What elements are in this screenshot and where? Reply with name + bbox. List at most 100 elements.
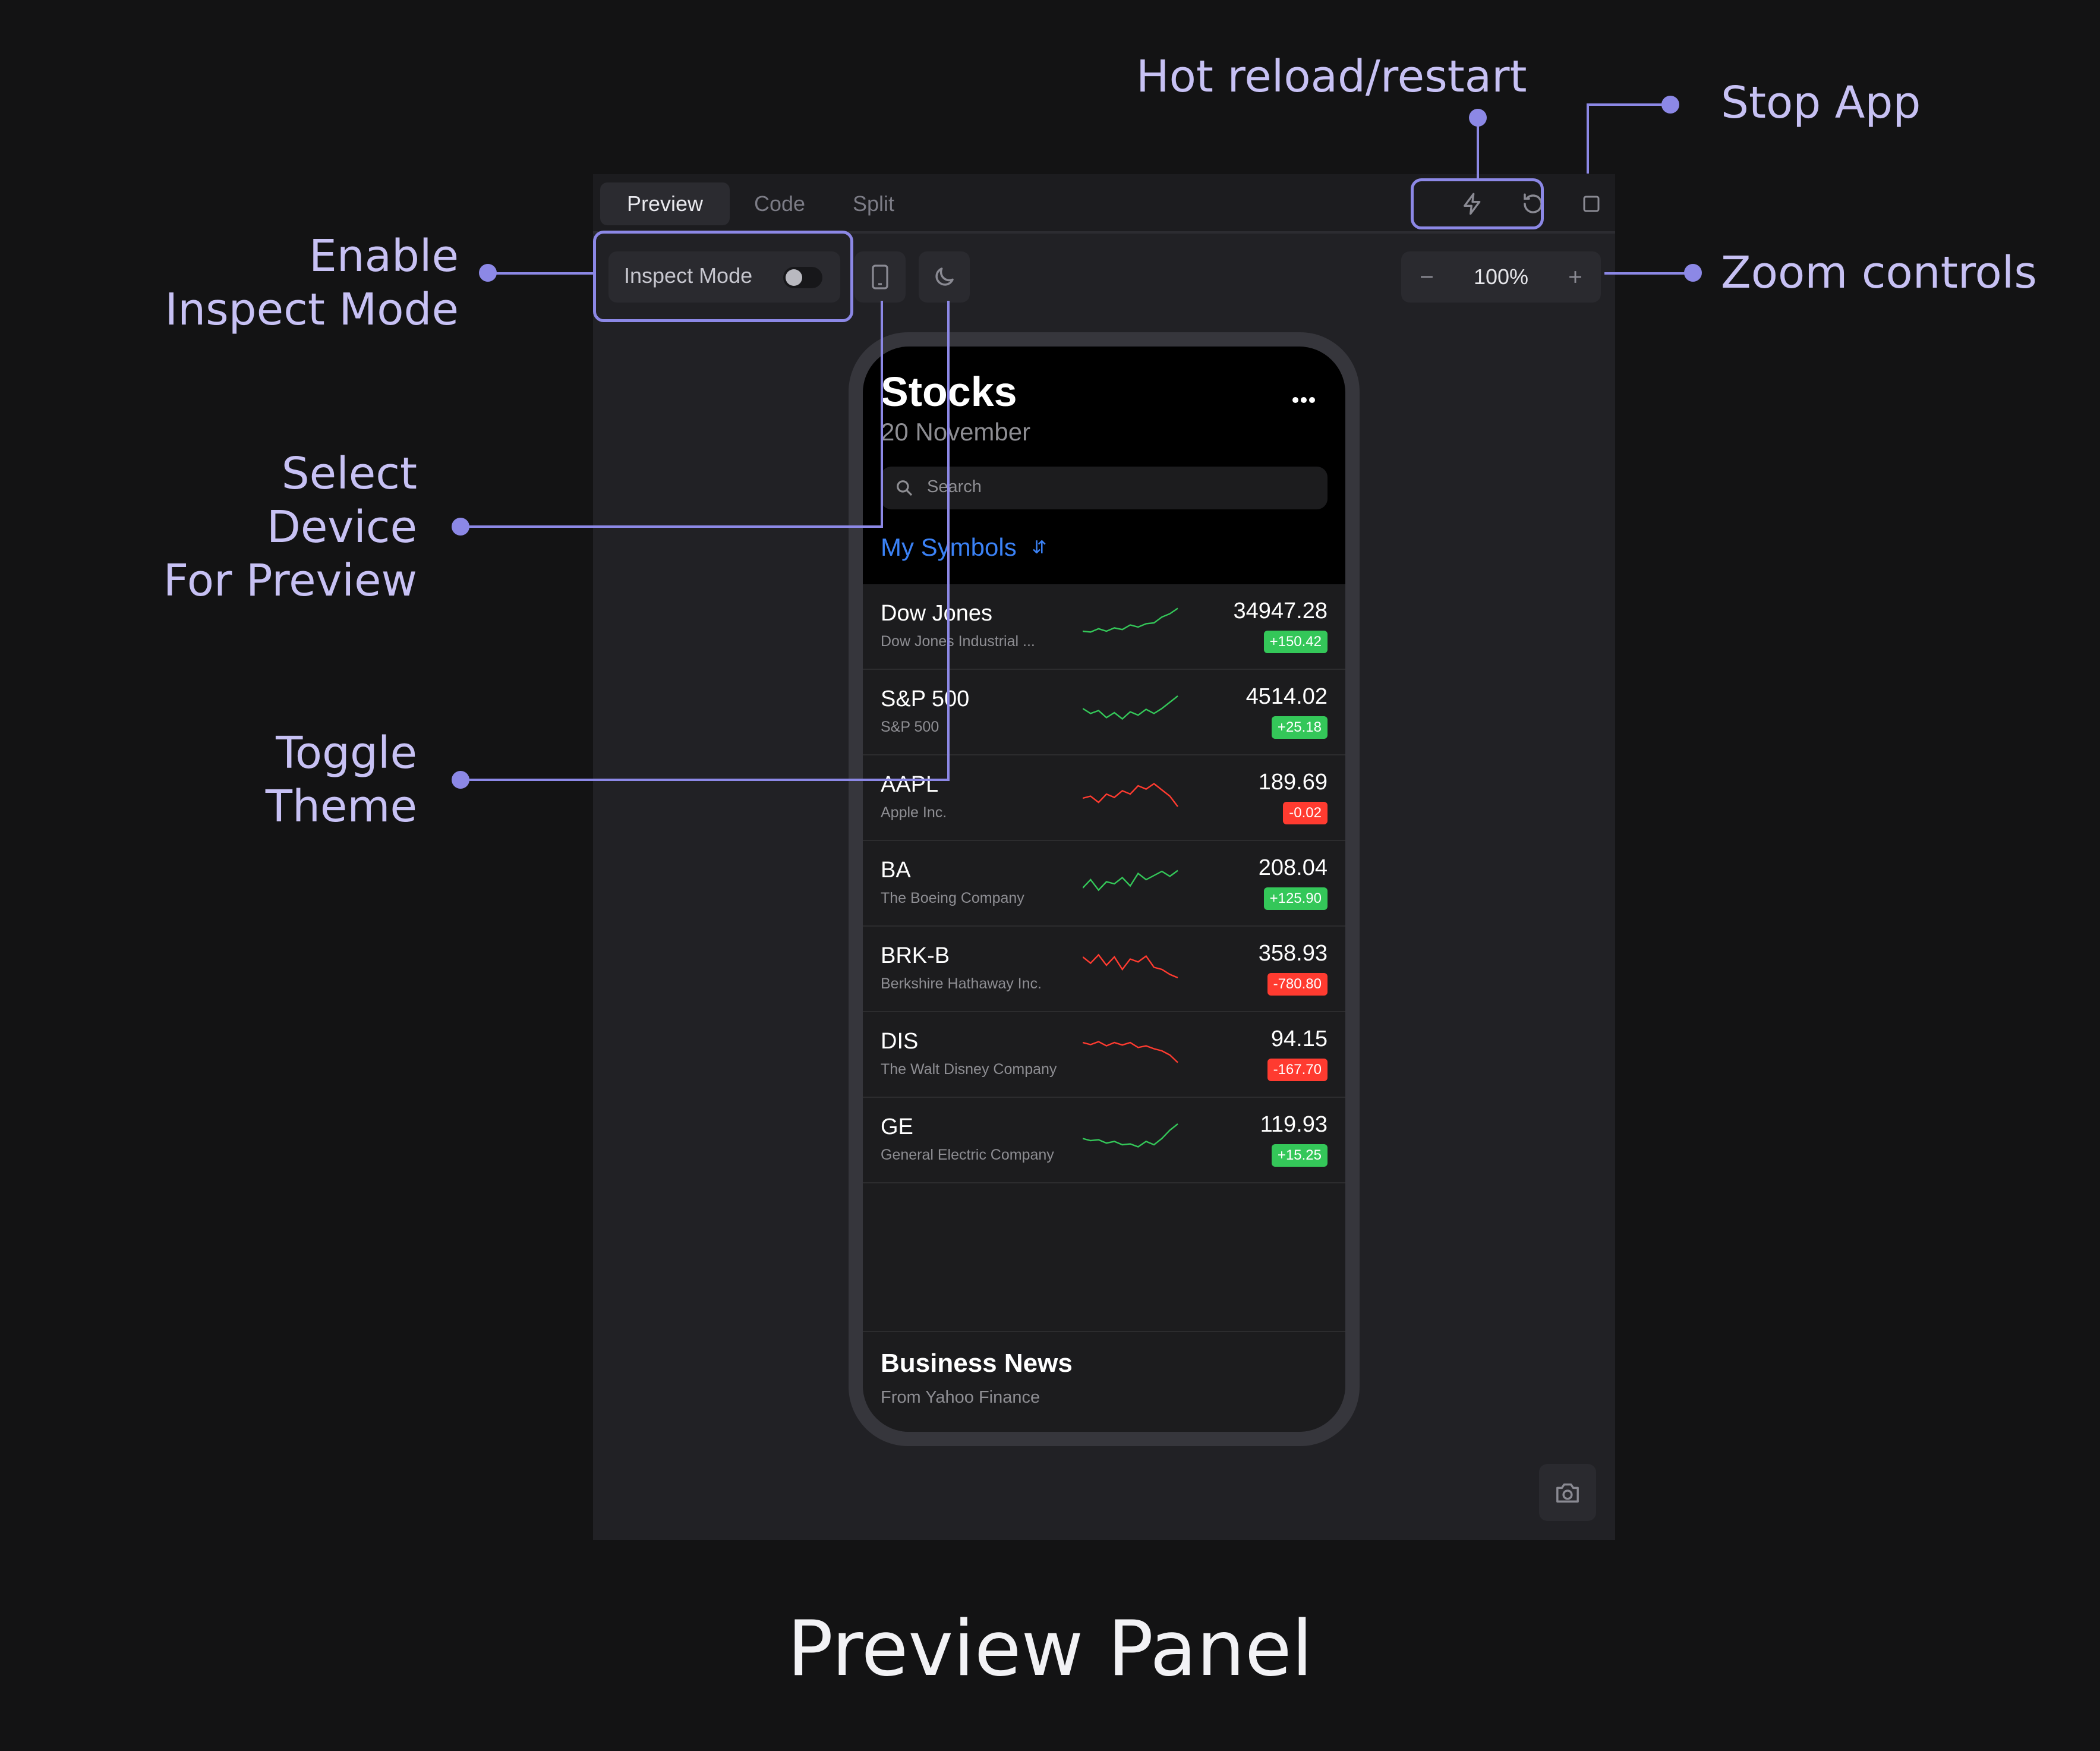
stock-name: S&P 500 xyxy=(881,719,939,735)
annotation-device-line1: Select xyxy=(281,448,417,499)
moon-icon xyxy=(935,267,954,286)
callout-device-dot xyxy=(452,518,469,536)
stock-change-badge[interactable]: -780.80 xyxy=(1267,973,1328,996)
annotation-inspect-line1: Enable xyxy=(308,231,459,282)
stock-row[interactable]: DIS The Walt Disney Company 94.15 -167.70 xyxy=(863,1012,1345,1098)
annotation-hot-reload: Hot reload/restart xyxy=(1136,51,1527,102)
phone-icon xyxy=(872,264,888,289)
preview-panel: Preview Code Split Inspect Mode 100% Sto… xyxy=(593,174,1615,1540)
callout-stop-line-v xyxy=(1587,103,1589,174)
zoom-in-button[interactable] xyxy=(1550,251,1601,303)
callout-stop-line-h xyxy=(1587,103,1671,106)
stock-row[interactable]: AAPL Apple Inc. 189.69 -0.02 xyxy=(863,755,1345,841)
stop-app-button[interactable] xyxy=(1571,185,1612,223)
chevron-updown-icon: ⇵ xyxy=(1032,538,1047,558)
search-icon xyxy=(897,480,913,496)
annotation-theme-line1: Toggle xyxy=(276,728,417,779)
callout-hot-reload-line xyxy=(1477,118,1479,179)
select-device-button[interactable] xyxy=(854,251,906,303)
stock-change-badge[interactable]: +25.18 xyxy=(1271,716,1328,739)
stock-price: 208.04 xyxy=(1258,855,1328,880)
search-placeholder: Search xyxy=(927,477,982,496)
app-date: 20 November xyxy=(881,418,1031,446)
callout-inspect-dot xyxy=(479,264,497,282)
sparkline-chart xyxy=(1083,1123,1178,1148)
more-button[interactable] xyxy=(1291,395,1317,407)
stock-price: 4514.02 xyxy=(1246,684,1328,709)
stock-price: 119.93 xyxy=(1260,1112,1328,1137)
callout-zoom-dot xyxy=(1684,264,1702,282)
sparkline-chart xyxy=(1083,953,1178,979)
annotation-stop-app: Stop App xyxy=(1721,77,1921,128)
annotation-device-line2: Device xyxy=(266,502,417,553)
stock-symbol: GE xyxy=(881,1114,913,1139)
callout-theme-dot xyxy=(452,771,469,789)
annotation-inspect-line2: Inspect Mode xyxy=(165,284,459,335)
callout-theme-line-v xyxy=(947,301,950,781)
annotation-inspect-mode: Enable Inspect Mode xyxy=(154,229,459,336)
callout-hot-reload-outline xyxy=(1411,178,1544,229)
sparkline-chart xyxy=(1083,783,1178,807)
annotation-toggle-theme: Toggle Theme xyxy=(196,726,417,833)
stock-name: General Electric Company xyxy=(881,1147,1054,1163)
stock-row[interactable]: BA The Boeing Company 208.04 +125.90 xyxy=(863,841,1345,927)
stock-symbol: Dow Jones xyxy=(881,601,992,626)
tab-code[interactable]: Code xyxy=(736,182,824,225)
annotation-theme-line2: Theme xyxy=(265,781,417,832)
zoom-value: 100% xyxy=(1473,264,1529,289)
news-title: Business News xyxy=(881,1349,1073,1378)
callout-stop-dot xyxy=(1661,96,1679,114)
tab-preview[interactable]: Preview xyxy=(600,182,730,225)
minus-icon xyxy=(1421,276,1433,278)
zoom-controls: 100% xyxy=(1401,251,1601,303)
camera-icon xyxy=(1556,1483,1579,1503)
stock-change-badge[interactable]: -0.02 xyxy=(1283,802,1328,824)
plus-icon xyxy=(1569,271,1581,283)
callout-hot-reload-dot xyxy=(1469,109,1487,127)
stock-name: Berkshire Hathaway Inc. xyxy=(881,975,1042,992)
stock-symbol: DIS xyxy=(881,1029,919,1054)
stock-name: Apple Inc. xyxy=(881,804,947,821)
callout-inspect-line xyxy=(496,272,594,275)
stock-price: 358.93 xyxy=(1258,941,1328,966)
stock-row[interactable]: GE General Electric Company 119.93 +15.25 xyxy=(863,1098,1345,1183)
stock-symbol: BRK-B xyxy=(881,943,950,968)
stock-change-badge[interactable]: +150.42 xyxy=(1263,631,1328,653)
business-news-card[interactable]: Business News From Yahoo Finance xyxy=(863,1331,1345,1432)
annotation-device-line3: For Preview xyxy=(163,555,417,606)
sparkline-chart xyxy=(1083,870,1178,892)
sparkline-chart xyxy=(1083,607,1178,633)
sparkline-chart xyxy=(1083,695,1178,720)
callout-zoom-line xyxy=(1604,272,1694,275)
stock-change-badge[interactable]: +125.90 xyxy=(1263,887,1328,910)
stock-change-badge[interactable]: -167.70 xyxy=(1267,1059,1328,1081)
stock-change-badge[interactable]: +15.25 xyxy=(1271,1144,1328,1167)
callout-theme-line-h xyxy=(469,779,950,781)
sparkline-chart xyxy=(1083,1041,1178,1063)
news-subtitle: From Yahoo Finance xyxy=(881,1388,1040,1407)
stock-price: 94.15 xyxy=(1270,1026,1328,1051)
callout-device-line-v xyxy=(881,301,883,528)
stock-row[interactable]: Dow Jones Dow Jones Industrial ... 34947.2… xyxy=(863,584,1345,670)
stock-row[interactable]: BRK-B Berkshire Hathaway Inc. 358.93 -780.8… xyxy=(863,927,1345,1012)
stock-symbol: S&P 500 xyxy=(881,686,970,711)
stock-row[interactable]: S&P 500 S&P 500 4514.02 +25.18 xyxy=(863,670,1345,755)
my-symbols-selector[interactable]: My Symbols ⇵ xyxy=(881,533,1047,562)
annotation-zoom-controls: Zoom controls xyxy=(1721,247,2037,298)
zoom-out-button[interactable] xyxy=(1401,251,1452,303)
screenshot-button[interactable] xyxy=(1539,1464,1596,1521)
caption: Preview Panel xyxy=(787,1605,1313,1693)
stop-icon xyxy=(1583,196,1600,212)
stock-symbol: AAPL xyxy=(881,772,939,797)
ellipsis-icon xyxy=(1292,397,1315,403)
stock-name: Dow Jones Industrial ... xyxy=(881,633,1035,650)
stock-name: The Walt Disney Company xyxy=(881,1061,1057,1078)
annotation-select-device: Select Device For Preview xyxy=(137,447,417,607)
callout-device-line-h xyxy=(469,525,883,528)
stock-symbol: BA xyxy=(881,858,911,883)
stock-price: 34947.28 xyxy=(1233,599,1328,623)
app-header: Stocks 20 November Search My Symbols ⇵ xyxy=(863,347,1345,584)
tab-split[interactable]: Split xyxy=(830,182,917,225)
toggle-theme-button[interactable] xyxy=(919,251,970,303)
stock-name: The Boeing Company xyxy=(881,890,1024,906)
